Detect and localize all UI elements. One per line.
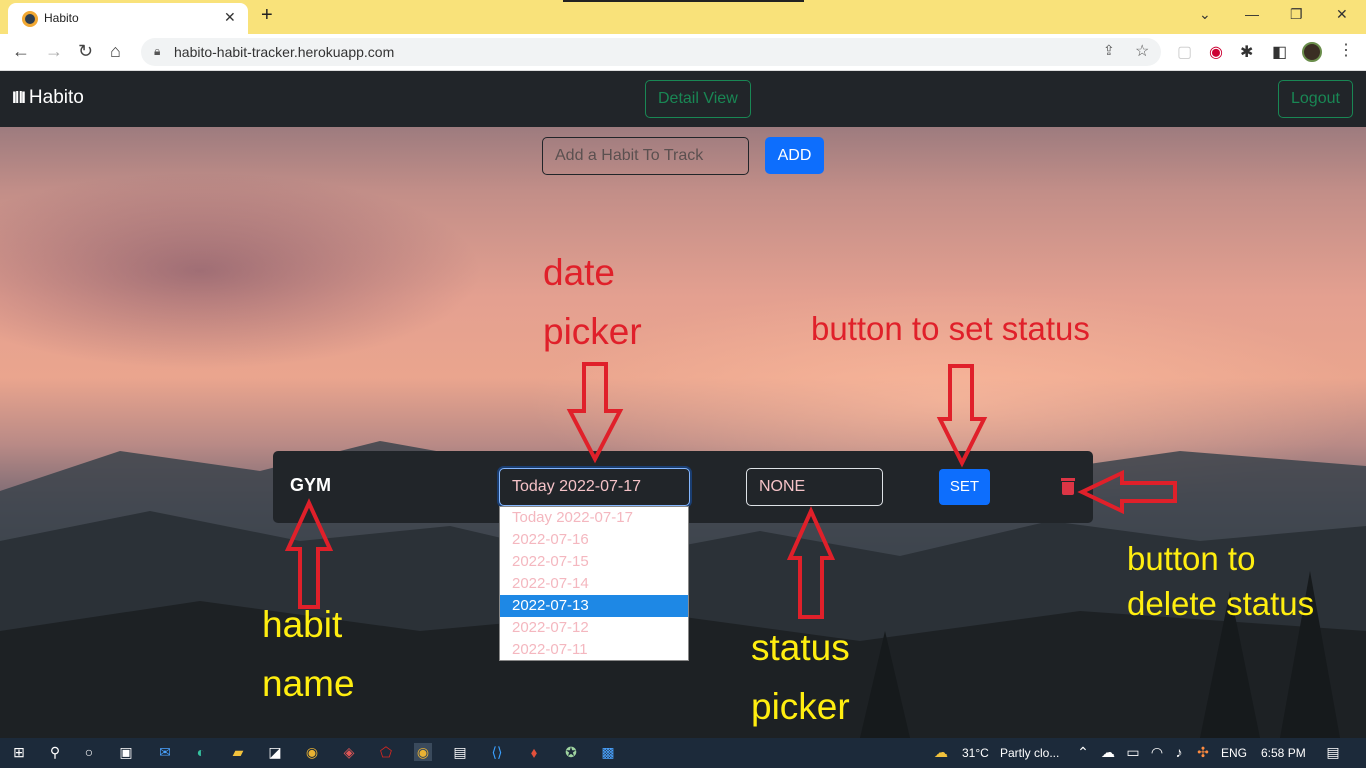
date-option[interactable]: 2022-07-16 xyxy=(500,529,688,551)
habito-favicon-icon xyxy=(22,11,38,27)
date-dropdown-list: Today 2022-07-17 2022-07-16 2022-07-15 2… xyxy=(499,506,689,661)
minimize-button[interactable]: — xyxy=(1245,6,1259,22)
annotation-line: picker xyxy=(543,311,642,353)
browser-toolbar: ← → ↻ ⌂ 🔒︎ habito-habit-tracker.herokuap… xyxy=(0,34,1366,71)
add-button[interactable]: ADD xyxy=(765,137,824,174)
annotation-set-status: button to set status xyxy=(811,310,1090,347)
cortana-icon[interactable]: ○ xyxy=(80,743,98,761)
app-navbar: I‖I Habito Detail View Logout xyxy=(0,71,1366,127)
chrome-icon[interactable]: ◉ xyxy=(303,743,321,761)
search-icon[interactable]: ⚲ xyxy=(46,743,64,761)
annotation-line: delete status xyxy=(1127,584,1315,622)
set-status-button[interactable]: SET xyxy=(939,469,990,505)
status-picker-select[interactable]: NONE xyxy=(746,468,883,506)
edge-icon[interactable]: ◐ xyxy=(192,743,210,761)
extensions-puzzle-icon[interactable]: ✱ xyxy=(1240,42,1253,62)
app-icon[interactable]: ✪ xyxy=(562,743,580,761)
profile-avatar[interactable] xyxy=(1302,42,1322,62)
annotation-line: date xyxy=(543,252,616,293)
date-option[interactable]: Today 2022-07-17 xyxy=(500,507,688,529)
restore-button[interactable]: ❐ xyxy=(1290,6,1303,23)
menu-kebab-icon[interactable]: ⋮ xyxy=(1338,40,1354,60)
habit-name: GYM xyxy=(290,475,332,495)
date-option[interactable]: 2022-07-14 xyxy=(500,573,688,595)
vscode-icon[interactable]: ⟨⟩ xyxy=(488,743,506,761)
chevron-up-icon[interactable]: ⌃ xyxy=(1074,743,1092,761)
weather-text[interactable]: Partly clo... xyxy=(1000,746,1059,760)
annotation-line: button to xyxy=(1127,540,1256,577)
chrome-active-icon[interactable]: ◉ xyxy=(414,743,432,761)
back-icon[interactable]: ← xyxy=(12,41,30,62)
task-view-icon[interactable]: ▣ xyxy=(117,743,135,761)
paint-icon[interactable]: ◈ xyxy=(340,743,358,761)
windows-start-icon[interactable]: ⊞ xyxy=(10,743,28,761)
page-content: I‖I Habito Detail View Logout Add a Habi… xyxy=(0,71,1366,738)
date-option[interactable]: 2022-07-12 xyxy=(500,617,688,639)
file-explorer-icon[interactable]: ▰ xyxy=(229,743,247,761)
forward-icon[interactable]: → xyxy=(45,41,63,62)
brand-logo[interactable]: I‖I Habito xyxy=(12,87,84,109)
extension-icon[interactable]: ▢ xyxy=(1177,42,1192,62)
date-picker-select[interactable]: Today 2022-07-17 xyxy=(499,468,690,506)
address-bar[interactable]: 🔒︎ habito-habit-tracker.herokuapp.com ⇪ … xyxy=(141,38,1161,66)
close-window-button[interactable]: ✕ xyxy=(1336,6,1348,23)
tab-title: Habito xyxy=(44,11,79,25)
annotation-status-picker: status picker xyxy=(751,618,850,736)
mail-icon[interactable]: ✉ xyxy=(156,743,174,761)
photos-icon[interactable]: ▩ xyxy=(599,743,617,761)
new-tab-button[interactable]: + xyxy=(261,4,273,27)
acrobat-icon[interactable]: ⬠ xyxy=(377,743,395,761)
date-option[interactable]: 2022-07-11 xyxy=(500,639,688,661)
windows-taskbar: ⊞ ⚲ ○ ▣ ✉ ◐ ▰ ◪ ◉ ◈ ⬠ ◉ ▤ ⟨⟩ ⬧ ✪ ▩ ☁ 31°… xyxy=(0,738,1366,768)
weather-icon: ☁ xyxy=(934,744,948,760)
trash-icon[interactable] xyxy=(1061,478,1075,495)
battery-icon[interactable]: ▭ xyxy=(1124,743,1142,761)
reload-icon[interactable]: ↻ xyxy=(78,41,93,62)
dumbbell-icon: I‖I xyxy=(12,88,26,107)
notifications-icon[interactable]: ▤ xyxy=(1324,743,1342,761)
brand-name: Habito xyxy=(28,87,84,108)
date-option-selected[interactable]: 2022-07-13 xyxy=(500,595,688,617)
language-indicator[interactable]: ENG xyxy=(1221,746,1247,760)
color-picker-extension-icon[interactable]: ◉ xyxy=(1209,42,1223,62)
url-text[interactable]: habito-habit-tracker.herokuapp.com xyxy=(174,44,394,60)
browser-tab[interactable]: Habito ✕ xyxy=(8,3,248,34)
terminal-icon[interactable]: ▤ xyxy=(451,743,469,761)
home-icon[interactable]: ⌂ xyxy=(110,41,121,62)
annotation-line: picker xyxy=(751,686,850,728)
lock-icon[interactable]: 🔒︎ xyxy=(154,44,160,59)
annotation-date-picker: date picker xyxy=(543,243,642,361)
clock[interactable]: 6:58 PM xyxy=(1261,746,1306,760)
tab-search-icon[interactable]: ⌄ xyxy=(1199,6,1211,23)
annotation-line: name xyxy=(262,663,355,705)
tab-strip-indicator xyxy=(563,0,804,2)
volume-icon[interactable]: ♪ xyxy=(1170,743,1188,761)
logout-button[interactable]: Logout xyxy=(1278,80,1353,118)
weather-temperature: 31°C xyxy=(962,746,989,760)
browser-tab-strip: Habito ✕ + ⌄ — ❐ ✕ xyxy=(0,0,1366,34)
app-tray-icon[interactable]: ✣ xyxy=(1194,743,1212,761)
feedback-icon[interactable]: ◪ xyxy=(266,743,284,761)
annotation-line: habit xyxy=(262,604,343,645)
detail-view-button[interactable]: Detail View xyxy=(645,80,751,118)
date-option[interactable]: 2022-07-15 xyxy=(500,551,688,573)
git-icon[interactable]: ⬧ xyxy=(525,743,543,761)
side-panel-icon[interactable]: ◧ xyxy=(1272,42,1287,62)
trash-lid xyxy=(1061,478,1075,481)
tab-close-icon[interactable]: ✕ xyxy=(224,9,236,26)
bookmark-star-icon[interactable]: ☆ xyxy=(1135,41,1149,61)
annotation-line: status xyxy=(751,627,850,668)
add-habit-input[interactable]: Add a Habit To Track xyxy=(542,137,749,175)
share-icon[interactable]: ⇪ xyxy=(1103,42,1115,59)
wifi-icon[interactable]: ◠ xyxy=(1148,743,1166,761)
trash-can xyxy=(1062,482,1074,495)
annotation-delete-status: button to delete status xyxy=(1127,537,1314,626)
onedrive-icon[interactable]: ☁ xyxy=(1099,743,1117,761)
annotation-habit-name: habit name xyxy=(262,595,355,713)
